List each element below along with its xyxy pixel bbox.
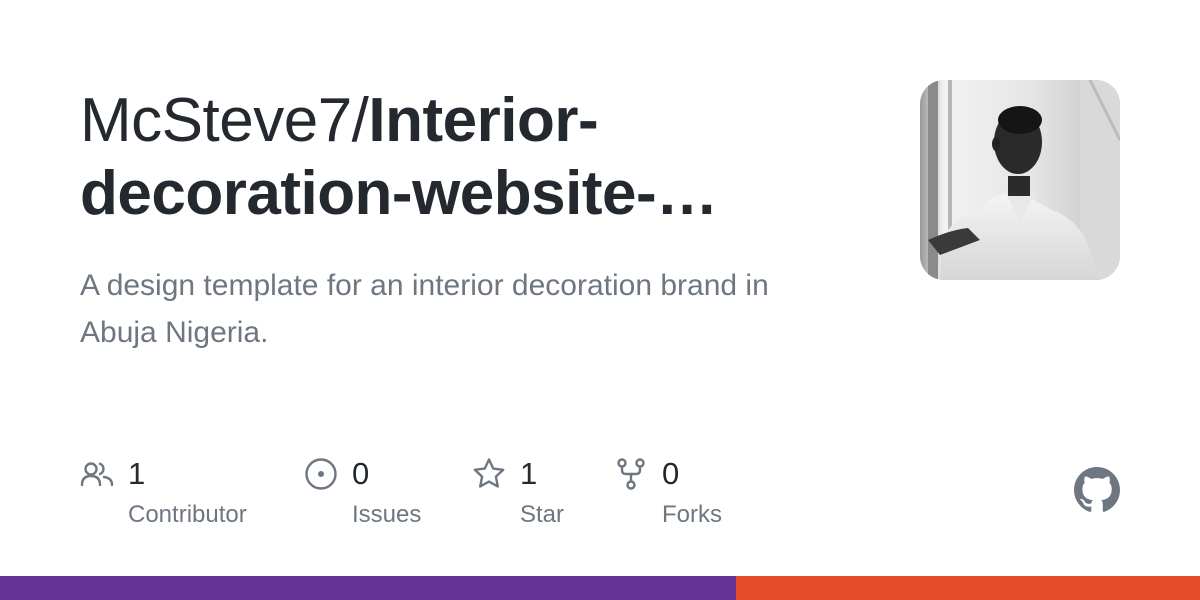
stat-issues[interactable]: 0 Issues <box>304 452 464 542</box>
repo-owner[interactable]: McSteve7/ <box>80 86 369 155</box>
language-segment-html <box>735 576 1200 600</box>
stars-count: 1 <box>520 456 538 491</box>
avatar-photo <box>920 80 1120 280</box>
repo-forked-icon <box>617 458 645 490</box>
issues-label: Issues <box>352 501 422 528</box>
language-segment-css <box>0 576 736 600</box>
issue-opened-icon <box>305 458 337 490</box>
stat-contributors[interactable]: 1 Contributor <box>80 452 300 542</box>
stars-label: Star <box>520 501 565 528</box>
people-icon <box>80 462 114 487</box>
issues-count: 0 <box>352 456 370 491</box>
github-logo-icon[interactable] <box>1074 467 1120 513</box>
repo-title[interactable]: McSteve7/Interior-decoration-website-… <box>80 84 860 230</box>
repo-social-card: McSteve7/Interior-decoration-website-… A… <box>0 0 1200 600</box>
language-bar <box>0 576 1200 600</box>
contributors-count: 1 <box>128 456 146 491</box>
contributors-label: Contributor <box>128 501 247 528</box>
stat-stars[interactable]: 1 Star <box>472 452 602 542</box>
repo-description: A design template for an interior decora… <box>80 269 769 349</box>
owner-avatar[interactable] <box>920 80 1120 280</box>
forks-count: 0 <box>662 456 680 491</box>
forks-label: Forks <box>662 501 722 528</box>
star-icon <box>473 458 505 488</box>
stat-forks[interactable]: 0 Forks <box>614 452 754 542</box>
